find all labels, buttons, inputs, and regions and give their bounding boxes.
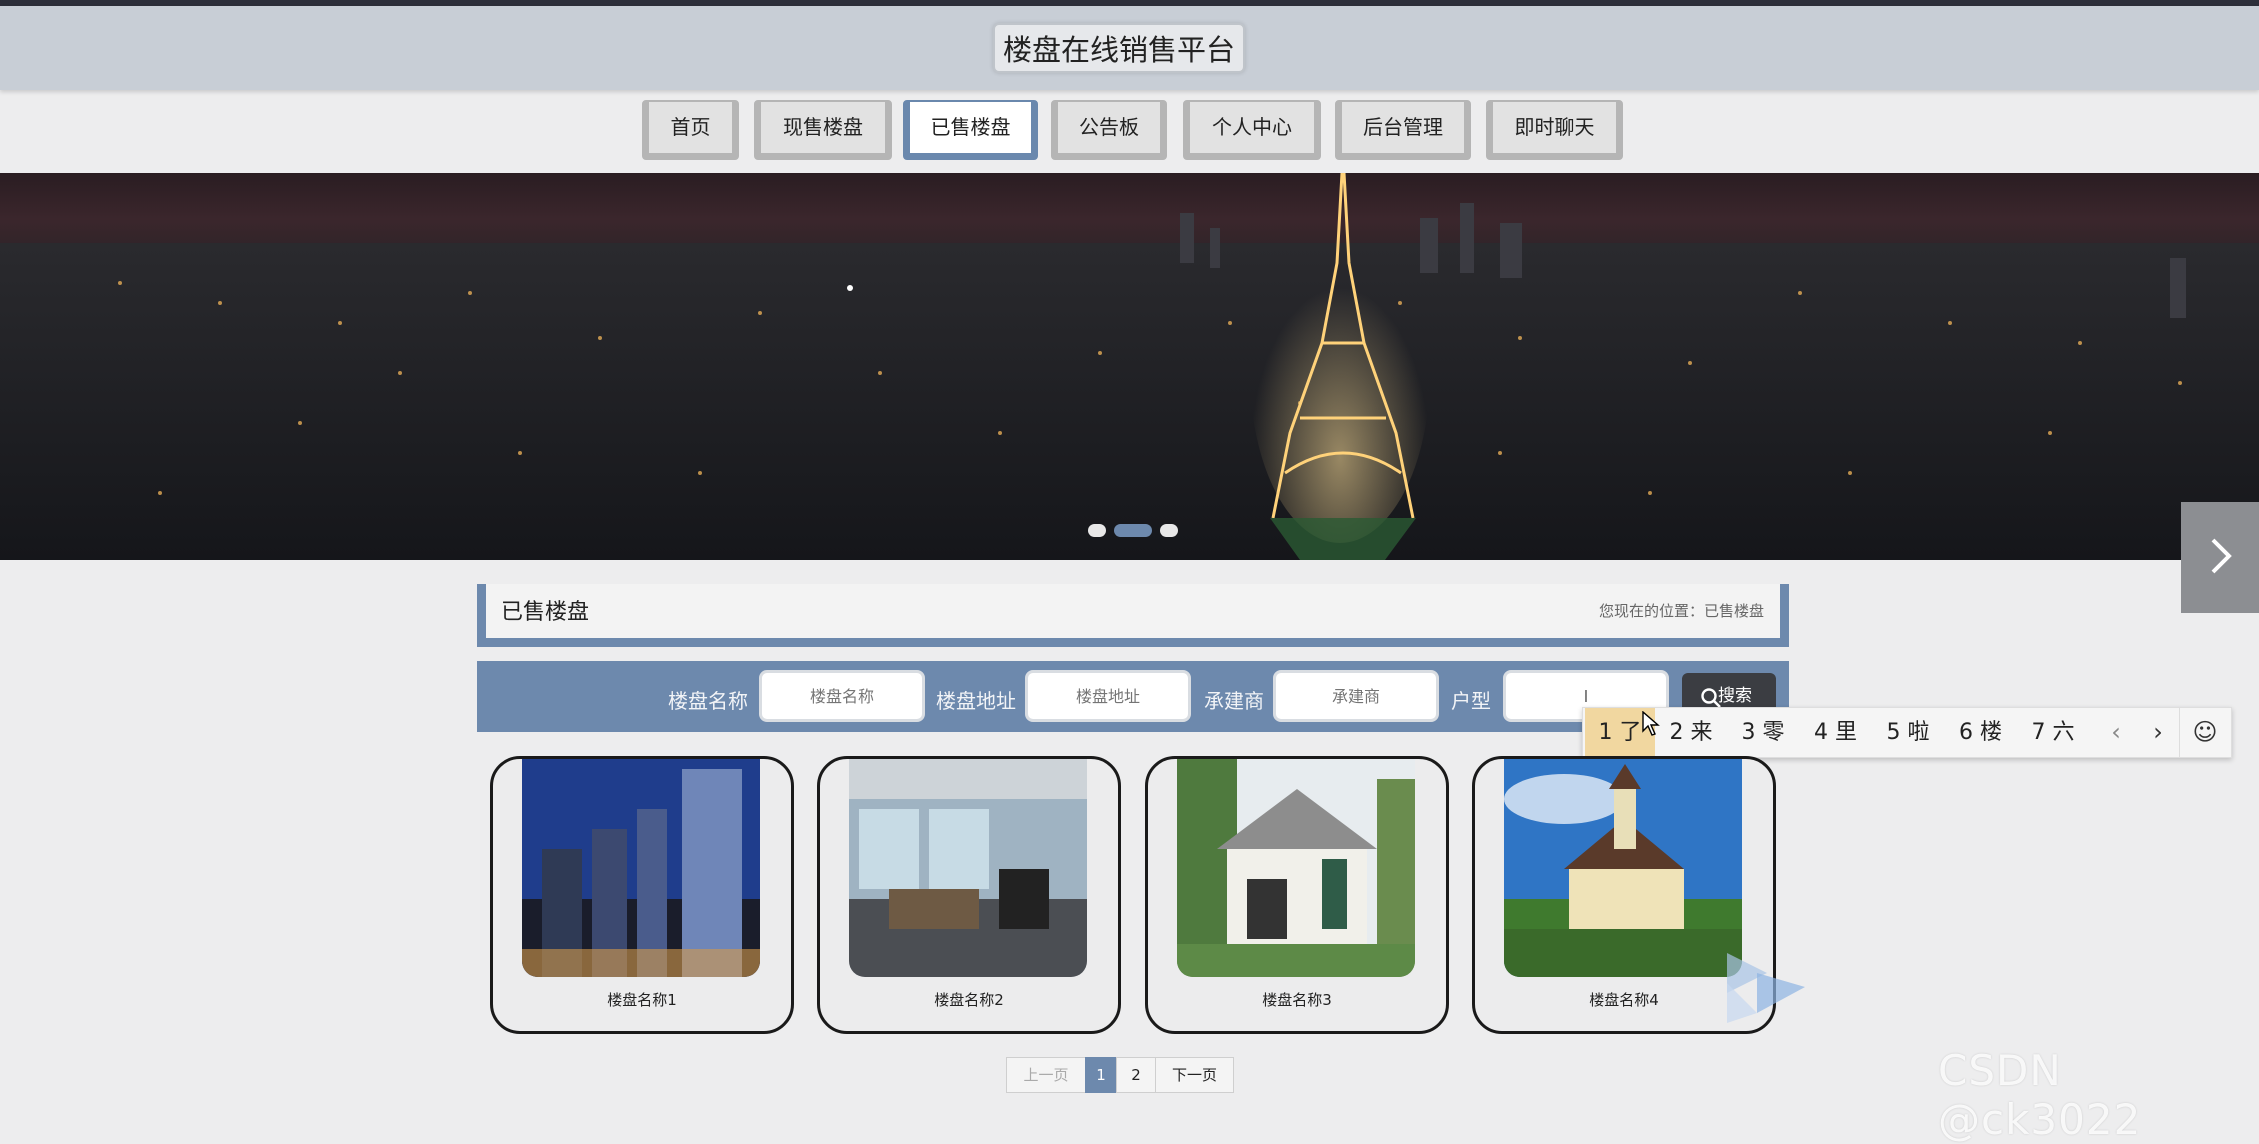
search-label-name: 楼盘名称 [668, 689, 748, 713]
nav-item-on-sale[interactable]: 现售楼盘 [754, 100, 892, 160]
ime-candidate[interactable]: 7 六 [2017, 708, 2089, 757]
banner-dot-active[interactable] [1114, 524, 1152, 537]
nav-item-admin[interactable]: 后台管理 [1335, 100, 1471, 160]
nav-item-home[interactable]: 首页 [642, 100, 739, 160]
site-header: 楼盘在线销售平台 [0, 6, 2259, 90]
ime-candidate[interactable]: 4 里 [1799, 708, 1872, 757]
ime-candidate[interactable]: 6 楼 [1944, 708, 2017, 757]
ime-emoji-icon[interactable]: ☺ [2179, 708, 2230, 757]
banner-dot[interactable] [1160, 524, 1178, 537]
listing-name: 楼盘名称1 [607, 991, 677, 1009]
nav-item-chat[interactable]: 即时聊天 [1486, 100, 1623, 160]
listing-photo [522, 759, 760, 977]
ime-candidate[interactable]: 5 啦 [1872, 708, 1944, 757]
ime-candidate[interactable]: 3 零 [1727, 708, 1799, 757]
listing-card[interactable]: 楼盘名称2 [817, 756, 1121, 1034]
nav-item-bulletin[interactable]: 公告板 [1051, 100, 1167, 160]
search-button-label: 搜索 [1718, 686, 1752, 706]
listing-name: 楼盘名称3 [1262, 991, 1332, 1009]
hero-banner [0, 173, 2259, 560]
watermark: CSDN @ck3022 [1938, 1046, 2142, 1144]
search-input-builder[interactable] [1273, 670, 1439, 722]
site-title: 楼盘在线销售平台 [993, 23, 1245, 73]
nav-item-profile[interactable]: 个人中心 [1183, 100, 1321, 160]
play-logo-icon [1727, 953, 1805, 1023]
pagination-prev[interactable]: 上一页 [1006, 1057, 1086, 1093]
listing-photo [1177, 759, 1415, 977]
search-label-address: 楼盘地址 [936, 689, 1016, 713]
nav-item-sold[interactable]: 已售楼盘 [903, 100, 1038, 160]
banner-next-button[interactable] [2181, 502, 2259, 613]
pagination-page-1[interactable]: 1 [1085, 1057, 1117, 1093]
search-label-builder: 承建商 [1204, 689, 1264, 713]
ime-next-page-icon[interactable]: › [2137, 708, 2179, 757]
banner-dot[interactable] [1088, 524, 1106, 537]
listing-photo [1504, 759, 1742, 977]
search-label-layout: 户型 [1451, 689, 1491, 713]
listing-name: 楼盘名称2 [934, 991, 1004, 1009]
pagination-page-2[interactable]: 2 [1116, 1057, 1156, 1093]
listing-card[interactable]: 楼盘名称1 [490, 756, 794, 1034]
section-header: 已售楼盘 您现在的位置：已售楼盘 [477, 584, 1789, 647]
ime-prev-page-icon[interactable]: ‹ [2095, 708, 2137, 757]
chevron-right-icon [2211, 538, 2232, 574]
section-title: 已售楼盘 [501, 600, 590, 625]
search-input-address[interactable] [1025, 670, 1191, 722]
search-icon [1701, 688, 1721, 708]
listing-card[interactable]: 楼盘名称3 [1145, 756, 1449, 1034]
breadcrumb: 您现在的位置：已售楼盘 [1598, 602, 1764, 620]
search-input-name[interactable] [759, 670, 925, 722]
main-nav: 首页 现售楼盘 已售楼盘 公告板 个人中心 后台管理 即时聊天 [0, 100, 2259, 164]
ime-candidate-bar: 1 了 2 来 3 零 4 里 5 啦 6 楼 7 六 ‹ › ☺ [1582, 707, 2232, 758]
city-night-illustration [0, 173, 2259, 560]
pagination-next[interactable]: 下一页 [1155, 1057, 1234, 1093]
ime-candidate[interactable]: 2 来 [1655, 708, 1727, 757]
mouse-cursor-icon [1642, 711, 1660, 736]
listing-photo [849, 759, 1087, 977]
